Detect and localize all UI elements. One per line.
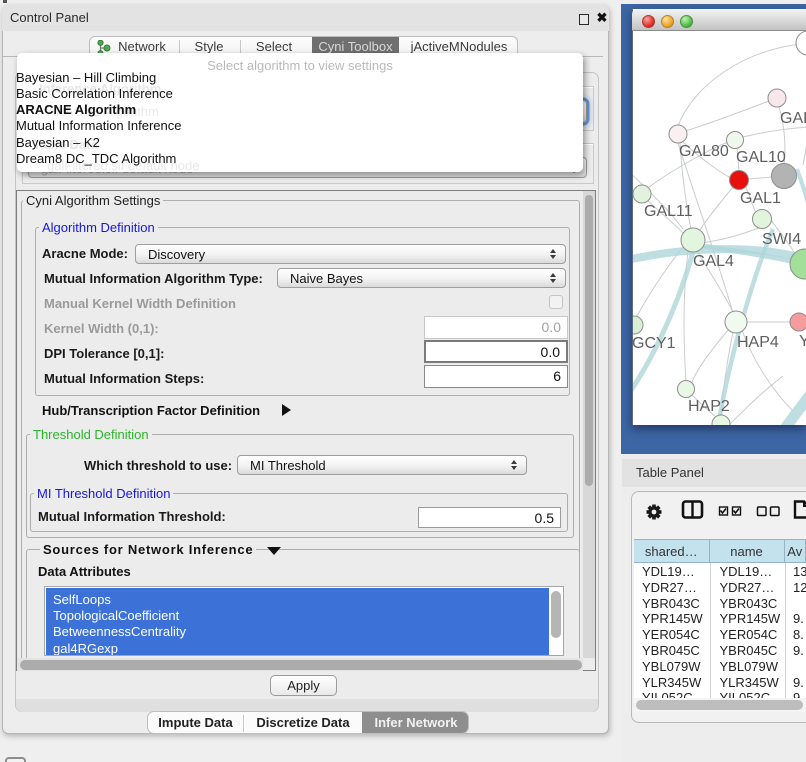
svg-text:HAP2: HAP2 [688, 398, 730, 415]
svg-text:GAL11: GAL11 [644, 203, 693, 220]
svg-text:GAL80: GAL80 [679, 143, 729, 160]
svg-text:GAL7: GAL7 [780, 110, 806, 127]
svg-text:YP: YP [799, 333, 806, 350]
svg-text:GCY1: GCY1 [633, 335, 676, 352]
svg-text:HAP4: HAP4 [737, 334, 779, 351]
svg-text:GAL1: GAL1 [740, 190, 781, 207]
svg-text:GAL4: GAL4 [693, 253, 734, 270]
svg-text:GAL10: GAL10 [736, 149, 786, 166]
svg-text:SWI4: SWI4 [762, 231, 801, 248]
